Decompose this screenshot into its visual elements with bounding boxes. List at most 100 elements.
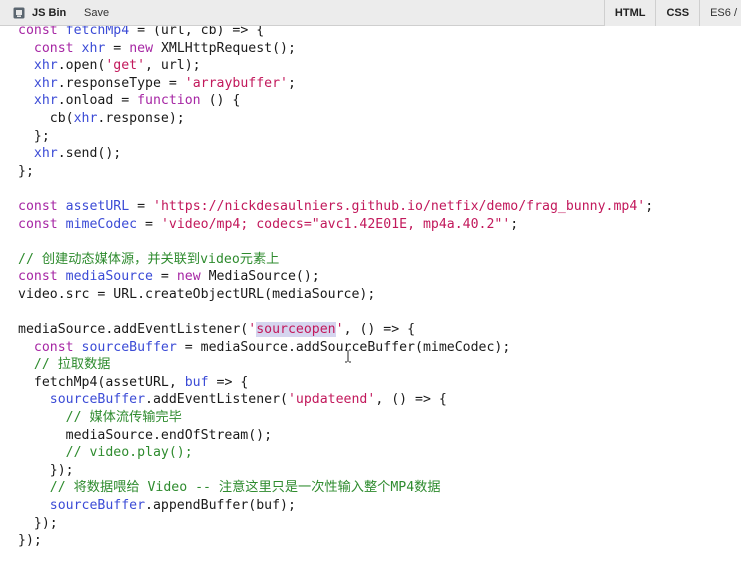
code-token: 'https://nickdesaulniers.github.io/netfi… [153,198,646,214]
code-line[interactable] [18,304,653,322]
code-token: // 拉取数据 [18,357,111,373]
toolbar: JS Bin Save HTML CSS ES6 / [0,0,741,26]
code-token: .response); [97,110,185,126]
code-token: }); [18,462,74,478]
code-line[interactable]: fetchMp4(assetURL, buf => { [18,374,653,392]
code-line[interactable]: }); [18,462,653,480]
code-line[interactable]: const fetchMp4 = (url, cb) => { [18,26,653,40]
code-line[interactable]: xhr.send(); [18,145,653,163]
code-line[interactable]: cb(xhr.response); [18,110,653,128]
code-token: }; [18,128,50,144]
code-token: .onload = [57,93,138,109]
code-token: .addEventListener( [145,392,288,408]
code-token: xhr [18,146,58,162]
code-token: const [18,269,66,285]
code-line[interactable]: const mediaSource = new MediaSource(); [18,268,653,286]
code-token: xhr [18,58,58,74]
code-token: sourceBuffer [18,498,146,514]
code-token: 'arraybuffer' [184,75,288,91]
code-token: .open( [57,58,106,74]
code-token: ; [510,216,519,232]
code-token: mediaSource [65,269,153,285]
code-token: }; [18,163,34,179]
code-token: = [137,216,161,232]
code-token: = (url, cb) => { [129,26,265,38]
code-line[interactable]: // 将数据喂给 Video -- 注意这里只是一次性输入整个MP4数据 [18,479,653,497]
code-line[interactable]: // 拉取数据 [18,356,653,374]
code-token: sourceBuffer [18,392,146,408]
code-token: .responseType = [57,75,185,91]
code-line[interactable]: }); [18,532,653,550]
code-token: , url); [145,58,201,74]
code-token: .appendBuffer(buf); [145,498,296,514]
code-token: sourceopen [256,322,336,338]
tab-js[interactable]: ES6 / [699,0,741,26]
code-token: new [176,269,209,285]
code-line[interactable]: xhr.responseType = 'arraybuffer'; [18,75,653,93]
code-line[interactable]: const xhr = new XMLHttpRequest(); [18,40,653,58]
code-line[interactable]: xhr.onload = function () { [18,92,653,110]
code-token: new [129,40,161,56]
save-button[interactable]: Save [84,7,109,19]
app-title: JS Bin [32,7,67,19]
jsbin-logo-icon[interactable] [13,7,25,19]
code-token: , () => { [343,322,416,338]
tab-css[interactable]: CSS [655,0,700,26]
code-token: fetchMp4 [65,26,130,38]
code-editor[interactable]: const fetchMp4 = (url, cb) => { const xh… [0,26,741,561]
code-token: , () => { [375,392,447,408]
code-token: cb( [18,110,74,126]
code-token: // 媒体流传输完毕 [18,410,182,426]
code-token: 'updateend' [287,392,376,408]
code-line[interactable]: mediaSource.addEventListener('sourceopen… [18,321,653,339]
code-content[interactable]: const fetchMp4 = (url, cb) => { const xh… [18,26,653,550]
code-token: const [18,40,82,56]
code-token: xhr [18,75,58,91]
code-token: }); [18,515,58,531]
code-token: const [18,198,66,214]
code-token: mediaSource.endOfStream(); [18,427,273,443]
code-line[interactable]: video.src = URL.createObjectURL(mediaSou… [18,286,653,304]
code-token: XMLHttpRequest(); [160,40,296,56]
code-line[interactable]: sourceBuffer.addEventListener('updateend… [18,391,653,409]
code-token: .send(); [57,146,122,162]
code-line[interactable]: }); [18,515,653,533]
panel-tabs: HTML CSS ES6 / [603,0,741,26]
code-token: fetchMp4(assetURL, [18,374,185,390]
code-token: video.src = URL.createObjectURL(mediaSou… [18,286,376,302]
code-line[interactable]: // 创建动态媒体源，并关联到video元素上 [18,251,653,269]
code-token: // 创建动态媒体源，并关联到video元素上 [18,251,280,267]
code-line[interactable]: const sourceBuffer = mediaSource.addSour… [18,339,653,357]
code-token: ' [335,322,344,338]
code-token: 'get' [105,58,146,74]
code-line[interactable]: // video.play(); [18,444,653,462]
code-line[interactable]: }; [18,128,653,146]
tab-html[interactable]: HTML [603,0,656,26]
code-token: = [152,269,177,285]
code-token: () { [200,93,241,109]
code-line[interactable]: mediaSource.endOfStream(); [18,427,653,445]
code-token: mimeCodec [65,216,138,232]
code-token: }); [18,533,42,549]
code-line[interactable]: }; [18,163,653,181]
code-line[interactable] [18,180,653,198]
code-line[interactable] [18,233,653,251]
code-line[interactable]: const assetURL = 'https://nickdesaulnier… [18,198,653,216]
code-token: ' [248,322,257,338]
code-line[interactable]: sourceBuffer.appendBuffer(buf); [18,497,653,515]
code-token: => { [208,374,249,390]
code-line[interactable]: xhr.open('get', url); [18,57,653,75]
code-token: assetURL [65,198,130,214]
code-token: mediaSource.addEventListener( [18,322,249,338]
code-token: ; [645,198,654,214]
code-line[interactable]: const mimeCodec = 'video/mp4; codecs="av… [18,216,653,234]
code-line[interactable]: // 媒体流传输完毕 [18,409,653,427]
code-token: const [18,26,66,38]
code-token: function [137,93,201,109]
code-token: MediaSource(); [208,269,320,285]
code-token: = [129,198,153,214]
code-token: // video.play(); [18,445,193,461]
code-token: sourceBuffer [81,339,177,355]
text-cursor-icon [345,349,351,363]
code-token: ; [287,75,296,91]
